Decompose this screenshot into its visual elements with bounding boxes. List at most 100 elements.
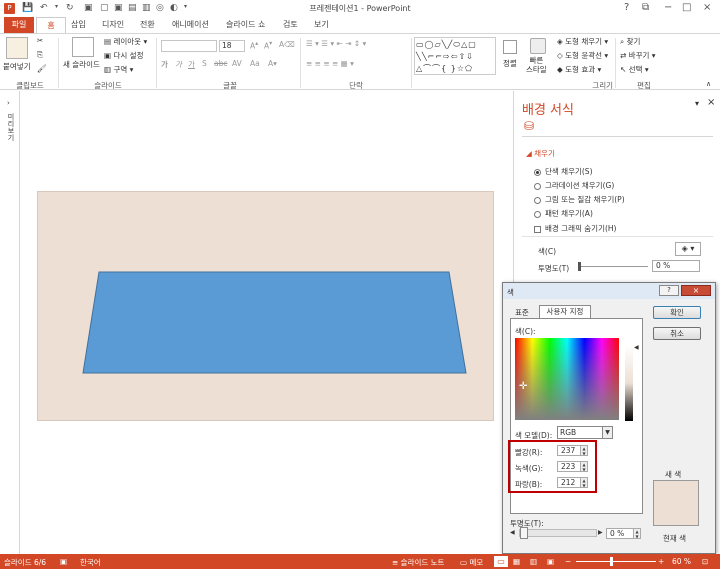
transparency-input[interactable]: 0 % — [652, 260, 700, 272]
slider-right-arrow-icon[interactable]: ▶ — [598, 529, 603, 536]
font-grow-icon[interactable]: A▴ — [250, 40, 258, 51]
font-name-combo[interactable] — [161, 40, 217, 52]
arrange-button[interactable]: 정렬 — [503, 58, 517, 69]
fill-section-header[interactable]: ◢ 채우기 — [526, 148, 555, 159]
bullets-icon[interactable]: ☰ ▾ ☰ ▾ ⇤ ⇥ ↕ ▾ — [306, 39, 366, 48]
italic-button[interactable]: 가 — [175, 59, 182, 70]
option-solid-fill[interactable]: 단색 채우기(S) — [534, 166, 593, 177]
comments-button[interactable]: ▭ 메모 — [460, 557, 483, 568]
red-spin-icon[interactable]: ▲ ▼ — [580, 445, 588, 456]
green-input[interactable]: 223 — [557, 461, 581, 472]
copy-icon[interactable]: ⎘ — [37, 50, 43, 60]
zoom-slider[interactable] — [576, 561, 656, 562]
align-icon[interactable]: ≡ ≡ ≡ ≡ ▦ ▾ — [306, 59, 354, 68]
tab-home[interactable]: 홈 — [36, 17, 66, 33]
tab-view[interactable]: 보기 — [314, 19, 329, 30]
zoom-out-icon[interactable]: − — [565, 557, 571, 566]
shape-effects-button[interactable]: ◆ 도형 효과 ▾ — [557, 64, 601, 75]
radio-gradient[interactable] — [534, 182, 541, 190]
font-shrink-icon[interactable]: A▾ — [264, 40, 272, 51]
shape-outline-button[interactable]: ◇ 도형 윤곽선 ▾ — [557, 50, 608, 61]
new-slide-icon[interactable] — [72, 37, 94, 57]
radio-picture[interactable] — [534, 196, 541, 204]
reset-button[interactable]: ▣ 다시 설정 — [104, 50, 143, 61]
paste-button[interactable]: 붙여넣기 — [3, 61, 31, 72]
tab-design[interactable]: 디자인 — [102, 19, 124, 30]
tab-file[interactable]: 파일 — [4, 17, 34, 33]
color-picker-button[interactable]: ◈ ▾ — [675, 242, 701, 256]
zoom-slider-thumb[interactable] — [610, 557, 613, 566]
fit-slide-icon[interactable]: ⊡ — [702, 557, 708, 566]
dropdown-arrow-icon[interactable]: ▼ — [602, 426, 613, 439]
dialog-close-button[interactable]: × — [681, 285, 711, 296]
red-input[interactable]: 237 — [557, 445, 581, 456]
new-slide-button[interactable]: 새 슬라이드 — [63, 59, 100, 70]
dialog-transparency-spin-icon[interactable]: ▲ ▼ — [633, 528, 641, 539]
select-button[interactable]: ↖ 선택 ▾ — [620, 64, 649, 75]
replace-button[interactable]: ⇄ 바꾸기 ▾ — [620, 50, 656, 61]
close-button[interactable]: × — [703, 2, 711, 13]
underline-button[interactable]: 가 — [188, 59, 195, 70]
tab-review[interactable]: 검토 — [283, 19, 298, 30]
quick-styles-button[interactable]: 빠른 스타일 — [526, 56, 547, 74]
slider-left-arrow-icon[interactable]: ◀ — [510, 529, 515, 536]
bold-button[interactable]: 가 — [161, 59, 168, 70]
radio-pattern[interactable] — [534, 210, 541, 218]
clear-format-icon[interactable]: A⌫ — [279, 40, 295, 49]
option-gradient-fill[interactable]: 그라데이션 채우기(G) — [534, 180, 614, 191]
font-color-icon[interactable]: A▾ — [268, 59, 277, 68]
arrange-icon[interactable] — [503, 40, 517, 54]
minimize-button[interactable]: − — [664, 2, 672, 13]
paste-icon[interactable] — [6, 37, 28, 59]
dialog-help-button[interactable]: ? — [659, 285, 679, 296]
notes-button[interactable]: ≡ 슬라이드 노트 — [392, 557, 444, 568]
char-spacing-button[interactable]: AV — [232, 59, 242, 68]
strikethrough-button[interactable]: abc — [214, 59, 227, 68]
normal-view-icon[interactable]: ▭ — [494, 556, 508, 567]
slide-canvas[interactable] — [37, 191, 494, 421]
zoom-level[interactable]: 60 % — [672, 557, 691, 566]
tab-slideshow[interactable]: 슬라이드 쇼 — [226, 19, 265, 30]
blue-spin-icon[interactable]: ▲ ▼ — [580, 477, 588, 488]
tab-transitions[interactable]: 전환 — [140, 19, 155, 30]
pane-options-icon[interactable]: ▾ — [695, 99, 699, 108]
spelling-icon[interactable]: ▣ — [60, 557, 67, 566]
green-spin-icon[interactable]: ▲ ▼ — [580, 461, 588, 472]
tab-insert[interactable]: 삽입 — [71, 19, 86, 30]
option-picture-fill[interactable]: 그림 또는 질감 채우기(P) — [534, 194, 625, 205]
hide-bg-checkbox[interactable] — [534, 225, 541, 233]
slideshow-icon[interactable]: ▣ — [547, 557, 554, 566]
pane-close-icon[interactable]: × — [707, 97, 715, 108]
dialog-transparency-slider[interactable] — [519, 529, 597, 537]
tab-animations[interactable]: 애니메이션 — [172, 19, 209, 30]
find-button[interactable]: ⌕ 찾기 — [620, 36, 640, 47]
reading-view-icon[interactable]: ▥ — [530, 557, 537, 566]
change-case-button[interactable]: Aa — [250, 59, 260, 68]
format-painter-icon[interactable]: 🖌 — [37, 64, 47, 73]
option-pattern-fill[interactable]: 패턴 채우기(A) — [534, 208, 593, 219]
tab-custom[interactable]: 사용자 지정 — [539, 305, 591, 318]
shape-fill-button[interactable]: ◈ 도형 채우기 ▾ — [557, 36, 608, 47]
slide-thumbnail-panel[interactable]: › 미리보기 — [0, 91, 20, 554]
cancel-button[interactable]: 취소 — [653, 327, 701, 340]
ok-button[interactable]: 확인 — [653, 306, 701, 319]
luminance-arrow-icon[interactable]: ◀ — [634, 344, 639, 351]
transparency-slider[interactable] — [578, 266, 648, 267]
section-button[interactable]: ▥ 구역 ▾ — [104, 64, 133, 75]
tab-standard[interactable]: 표준 — [515, 307, 529, 318]
ribbon-display-button[interactable]: ⧉ — [642, 2, 649, 13]
shadow-button[interactable]: S — [202, 59, 207, 68]
quick-styles-icon[interactable] — [530, 38, 546, 54]
shapes-gallery[interactable]: ▭◯▱╲╱⬭△▢ ╲╲⌐⌐⇨⇦⇧⇩ △⌒⌒{ }☆⬠ — [414, 37, 496, 75]
collapse-ribbon-icon[interactable]: ∧ — [706, 80, 711, 88]
zoom-in-icon[interactable]: + — [658, 557, 664, 566]
font-size-combo[interactable]: 18 — [219, 40, 245, 52]
cut-icon[interactable]: ✂ — [37, 36, 43, 45]
help-button[interactable]: ? — [624, 2, 629, 13]
slide-sorter-icon[interactable]: ▦ — [513, 557, 520, 566]
expand-thumbnails-icon[interactable]: › — [7, 99, 10, 107]
transparency-slider-thumb[interactable] — [578, 262, 581, 271]
trapezoid-shape[interactable] — [82, 271, 467, 374]
dialog-slider-thumb[interactable] — [520, 527, 528, 539]
radio-solid[interactable] — [534, 168, 541, 176]
